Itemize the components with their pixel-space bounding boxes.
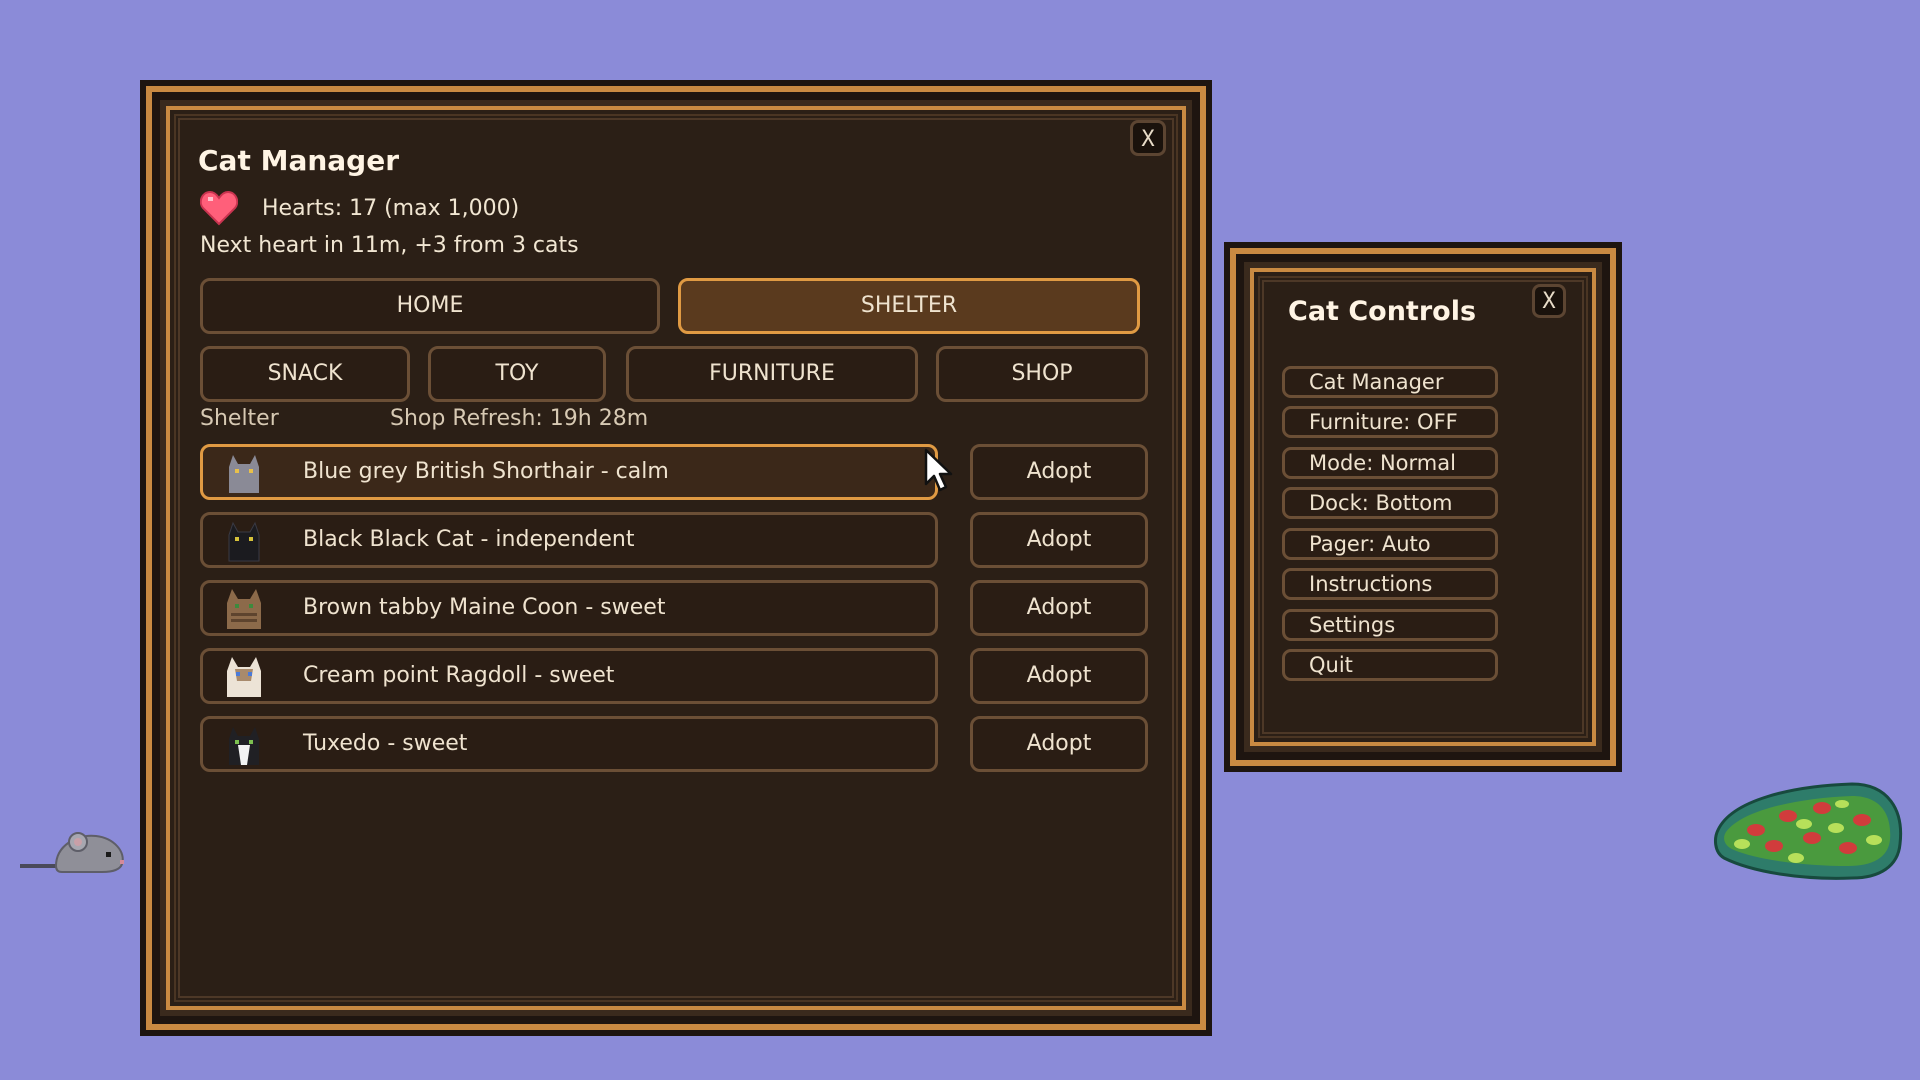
adopt-button[interactable]: Adopt bbox=[970, 580, 1148, 636]
cat-icon bbox=[228, 521, 260, 562]
cat-icon bbox=[229, 455, 259, 493]
cat-label: Blue grey British Shorthair - calm bbox=[303, 459, 669, 484]
shop-refresh-timer: Shop Refresh: 19h 28m bbox=[390, 406, 649, 431]
cat-controls-close-button[interactable]: X bbox=[1532, 284, 1566, 318]
cat-label: Brown tabby Maine Coon - sweet bbox=[303, 595, 666, 620]
control-furniture-toggle[interactable]: Furniture: OFF bbox=[1282, 406, 1498, 438]
adopt-button[interactable]: Adopt bbox=[970, 444, 1148, 500]
list-item[interactable]: Tuxedo - sweet bbox=[200, 716, 938, 772]
next-heart-info: Next heart in 11m, +3 from 3 cats bbox=[200, 233, 579, 258]
control-settings[interactable]: Settings bbox=[1282, 609, 1498, 641]
adopt-button[interactable]: Adopt bbox=[970, 512, 1148, 568]
list-item[interactable]: Brown tabby Maine Coon - sweet bbox=[200, 580, 938, 636]
control-mode[interactable]: Mode: Normal bbox=[1282, 447, 1498, 479]
list-item[interactable]: Black Black Cat - independent bbox=[200, 512, 938, 568]
cat-controls-title: Cat Controls bbox=[1288, 296, 1477, 327]
cat-manager-title: Cat Manager bbox=[198, 144, 400, 177]
cat-label: Cream point Ragdoll - sweet bbox=[303, 663, 615, 688]
list-item[interactable]: Cream point Ragdoll - sweet bbox=[200, 648, 938, 704]
adopt-button[interactable]: Adopt bbox=[970, 648, 1148, 704]
cat-label: Tuxedo - sweet bbox=[303, 731, 468, 756]
control-quit[interactable]: Quit bbox=[1282, 649, 1498, 681]
list-item[interactable]: Blue grey British Shorthair - calm bbox=[200, 444, 938, 500]
subtab-furniture[interactable]: FURNITURE bbox=[626, 346, 918, 402]
section-label: Shelter bbox=[200, 406, 279, 431]
hearts-count: Hearts: 17 (max 1,000) bbox=[262, 196, 520, 221]
adopt-button[interactable]: Adopt bbox=[970, 716, 1148, 772]
control-cat-manager[interactable]: Cat Manager bbox=[1282, 366, 1498, 398]
cat-bed-icon[interactable] bbox=[1712, 780, 1906, 884]
subtab-shop[interactable]: SHOP bbox=[936, 346, 1148, 402]
cat-icon bbox=[229, 727, 259, 765]
cat-icon bbox=[227, 657, 261, 697]
cat-manager-close-button[interactable]: X bbox=[1130, 120, 1166, 156]
toy-mouse-icon[interactable] bbox=[16, 820, 128, 880]
heart-icon bbox=[200, 190, 238, 226]
control-dock[interactable]: Dock: Bottom bbox=[1282, 487, 1498, 519]
tab-shelter[interactable]: SHELTER bbox=[678, 278, 1140, 334]
tab-home[interactable]: HOME bbox=[200, 278, 660, 334]
cat-label: Black Black Cat - independent bbox=[303, 527, 635, 552]
subtab-snack[interactable]: SNACK bbox=[200, 346, 410, 402]
subtab-toy[interactable]: TOY bbox=[428, 346, 606, 402]
mouse-cursor-icon bbox=[924, 448, 953, 492]
cat-icon bbox=[227, 589, 261, 629]
control-instructions[interactable]: Instructions bbox=[1282, 568, 1498, 600]
control-pager[interactable]: Pager: Auto bbox=[1282, 528, 1498, 560]
